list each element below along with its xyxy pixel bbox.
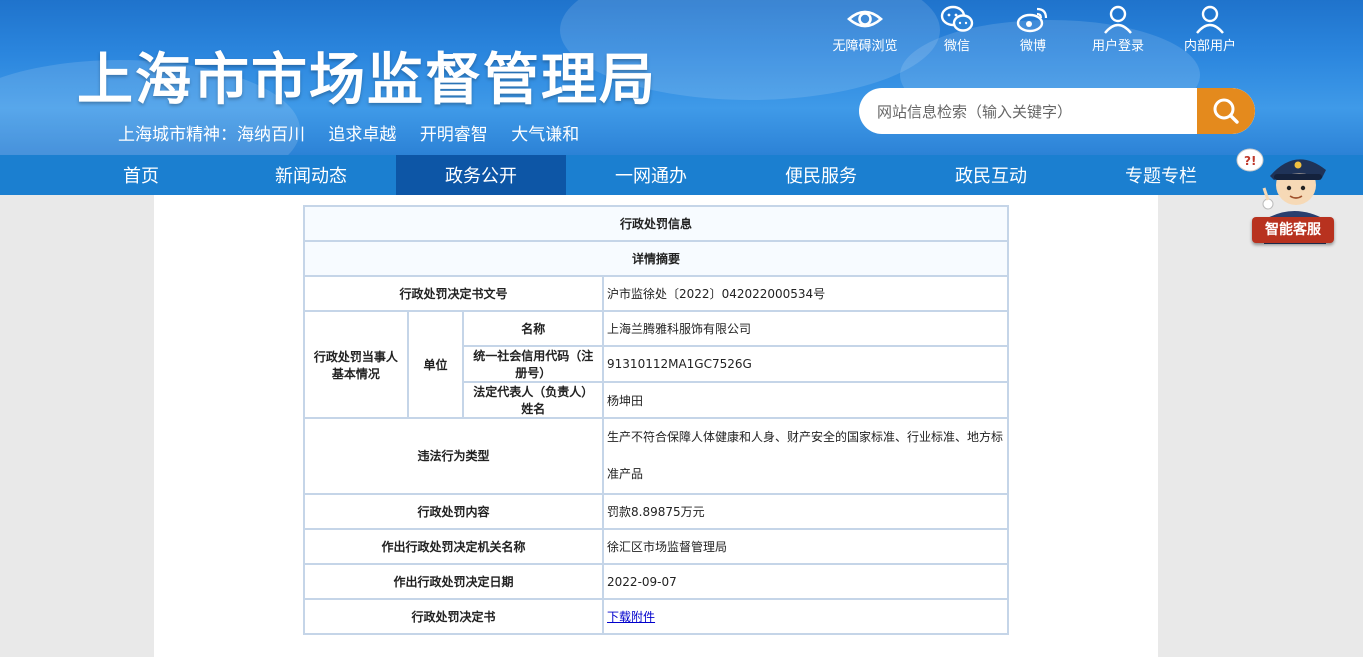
- authority-value: 徐汇区市场监督管理局: [602, 528, 1009, 565]
- credit-code-label: 统一社会信用代码（注册号）: [462, 345, 605, 383]
- doc-no-value: 沪市监徐处〔2022〕042022000534号: [602, 275, 1009, 312]
- penalty-info-table: 行政处罚信息 详情摘要 行政处罚决定书文号 沪市监徐处〔2022〕0420220…: [302, 205, 1009, 635]
- nav-item-news[interactable]: 新闻动态: [226, 155, 396, 195]
- table-row: 行政处罚当事人基本情况 单位 名称 上海兰腾雅科服饰有限公司: [303, 310, 1009, 419]
- decision-date-value: 2022-09-07: [602, 563, 1009, 600]
- doc-no-label: 行政处罚决定书文号: [302, 275, 605, 312]
- credit-code-value: 91310112MA1GC7526G: [602, 345, 1009, 383]
- city-motto: 上海城市精神：海纳百川 追求卓越 开明睿智 大气谦和: [118, 120, 597, 145]
- site-header: 上海市市场监督管理局 上海城市精神：海纳百川 追求卓越 开明睿智 大气谦和 无障…: [0, 0, 1363, 155]
- motto-part: 开明睿智: [419, 125, 488, 145]
- table-row: 行政处罚决定书文号 沪市监徐处〔2022〕042022000534号: [302, 275, 1009, 312]
- main-content: 行政处罚信息 详情摘要 行政处罚决定书文号 沪市监徐处〔2022〕0420220…: [154, 195, 1158, 657]
- penalty-content-label: 行政处罚内容: [302, 493, 605, 530]
- user-icon: [1104, 5, 1132, 34]
- legal-rep-value: 杨坤田: [602, 381, 1009, 419]
- site-title: 上海市市场监督管理局: [77, 48, 657, 113]
- weibo-icon: [1016, 7, 1048, 33]
- nav-item-one-stop[interactable]: 一网通办: [566, 155, 736, 195]
- smart-service-label[interactable]: 智能客服: [1252, 217, 1334, 243]
- wechat-link[interactable]: 微信: [932, 4, 982, 54]
- search-input[interactable]: [875, 88, 1199, 134]
- table-row: 违法行为类型 生产不符合保障人体健康和人身、财产安全的国家标准、行业标准、地方标…: [302, 417, 1009, 495]
- violation-type-label: 违法行为类型: [302, 417, 605, 495]
- table-subtitle: 详情摘要: [303, 240, 1009, 277]
- search-icon: [1213, 98, 1239, 124]
- motto-part: 大气谦和: [511, 125, 580, 145]
- decision-doc-cell: 下载附件: [602, 598, 1009, 635]
- name-value: 上海兰腾雅科服饰有限公司: [602, 310, 1009, 347]
- svg-text:?!: ?!: [1244, 154, 1256, 168]
- decision-date-label: 作出行政处罚决定日期: [302, 563, 605, 600]
- unit-label: 单位: [406, 310, 465, 419]
- search-box: [859, 88, 1255, 134]
- weibo-link[interactable]: 微博: [1008, 4, 1058, 54]
- name-label: 名称: [462, 310, 605, 347]
- decision-doc-label: 行政处罚决定书: [302, 598, 605, 635]
- download-attachment-link[interactable]: 下载附件: [607, 610, 655, 624]
- eye-icon: [847, 10, 883, 28]
- wechat-icon: [940, 5, 974, 32]
- party-label: 行政处罚当事人基本情况: [303, 310, 409, 419]
- penalty-content-value: 罚款8.89875万元: [602, 493, 1009, 530]
- table-title: 行政处罚信息: [303, 205, 1009, 242]
- user-icon: [1196, 5, 1224, 34]
- table-row: 行政处罚内容 罚款8.89875万元: [302, 493, 1009, 530]
- table-row: 行政处罚决定书 下载附件: [302, 598, 1009, 635]
- nav-item-gov-affairs[interactable]: 政务公开: [396, 155, 566, 195]
- user-login-link[interactable]: 用户登录: [1088, 4, 1148, 54]
- nav-item-topics[interactable]: 专题专栏: [1076, 155, 1246, 195]
- accessibility-link[interactable]: 无障碍浏览: [830, 4, 900, 54]
- table-row: 作出行政处罚决定日期 2022-09-07: [302, 563, 1009, 600]
- motto-part: 追求卓越: [328, 125, 397, 145]
- search-button[interactable]: [1197, 88, 1255, 134]
- table-row: 作出行政处罚决定机关名称 徐汇区市场监督管理局: [302, 528, 1009, 565]
- violation-type-value: 生产不符合保障人体健康和人身、财产安全的国家标准、行业标准、地方标准产品: [602, 417, 1009, 495]
- authority-label: 作出行政处罚决定机关名称: [302, 528, 605, 565]
- main-nav: 首页 新闻动态 政务公开 一网通办 便民服务 政民互动 专题专栏: [0, 155, 1363, 195]
- nav-item-interaction[interactable]: 政民互动: [906, 155, 1076, 195]
- motto-part: 上海城市精神：海纳百川: [118, 125, 305, 145]
- nav-item-home[interactable]: 首页: [56, 155, 226, 195]
- nav-item-services[interactable]: 便民服务: [736, 155, 906, 195]
- internal-user-link[interactable]: 内部用户: [1180, 4, 1240, 54]
- legal-rep-label: 法定代表人（负责人）姓名: [462, 381, 605, 419]
